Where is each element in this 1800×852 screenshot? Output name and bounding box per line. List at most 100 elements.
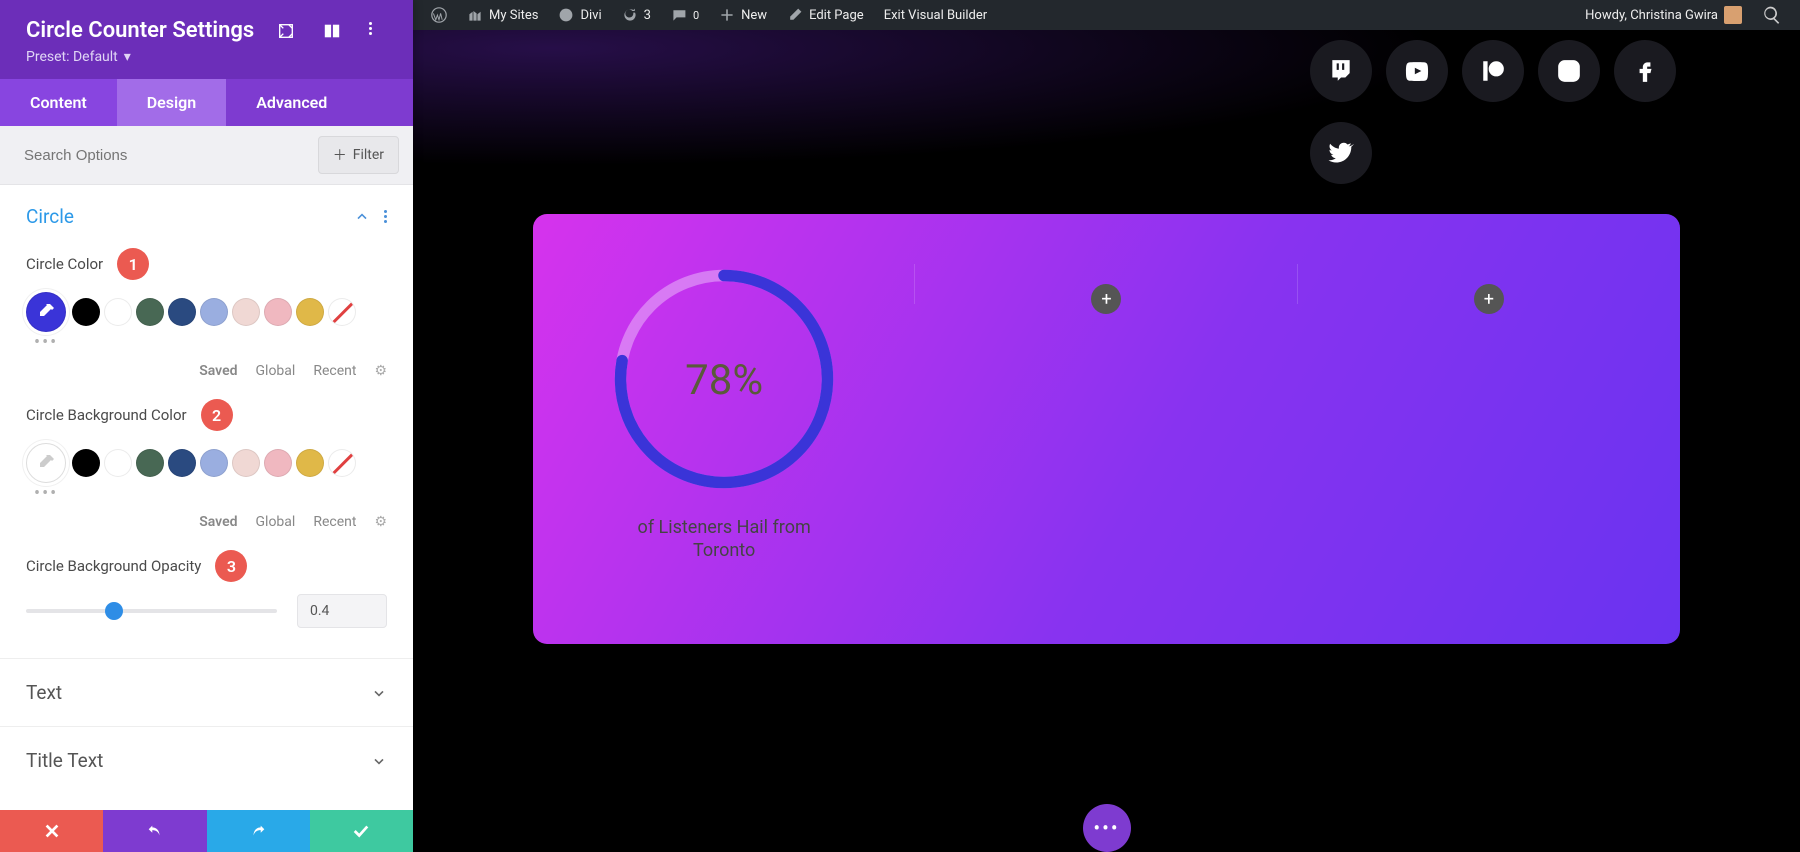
wp-logo[interactable] [421, 0, 457, 30]
swatch-saved[interactable]: Saved [199, 363, 237, 379]
bg-swatch-white[interactable] [104, 449, 132, 477]
tab-content[interactable]: Content [0, 79, 117, 126]
columns-icon[interactable] [323, 22, 341, 40]
swatch-recent[interactable]: Recent [313, 363, 356, 379]
badge-2: 2 [201, 399, 233, 431]
card-col-3: + [1298, 214, 1680, 644]
twitter-icon[interactable] [1310, 122, 1372, 184]
bg-swatch-global[interactable]: Global [256, 514, 296, 530]
section-menu-icon[interactable] [384, 210, 387, 223]
swatch-global[interactable]: Global [256, 363, 296, 379]
section-text-title: Text [26, 681, 62, 704]
wp-admin-bar: My Sites Divi 3 0 New Edit Page Exit Vis… [413, 0, 1800, 30]
color-picker-button[interactable] [26, 292, 66, 332]
card-col-2: + [915, 214, 1297, 644]
admin-updates[interactable]: 3 [612, 0, 661, 30]
tab-design[interactable]: Design [117, 79, 226, 126]
add-module-button[interactable]: + [1474, 284, 1504, 314]
swatch-gold[interactable] [296, 298, 324, 326]
admin-comments[interactable]: 0 [661, 0, 709, 30]
save-button[interactable] [310, 810, 413, 852]
admin-search[interactable] [1752, 0, 1792, 30]
tabs: Content Design Advanced [0, 79, 413, 126]
facebook-icon[interactable] [1614, 40, 1676, 102]
bg-swatch-navy[interactable] [168, 449, 196, 477]
admin-howdy[interactable]: Howdy, Christina Gwira [1575, 0, 1752, 30]
bg-picker-button[interactable] [26, 443, 66, 483]
cancel-button[interactable] [0, 810, 103, 852]
admin-divi[interactable]: Divi [548, 0, 611, 30]
swatch-white[interactable] [104, 298, 132, 326]
swatch-pink[interactable] [264, 298, 292, 326]
opacity-value[interactable]: 0.4 [297, 594, 387, 628]
add-module-button[interactable]: + [1091, 284, 1121, 314]
bg-swatch-green[interactable] [136, 449, 164, 477]
section-title-text-title: Title Text [26, 749, 103, 772]
section-title-text[interactable]: Title Text [0, 726, 413, 794]
admin-exit-vb[interactable]: Exit Visual Builder [874, 0, 997, 30]
bg-swatch-lightblue[interactable] [200, 449, 228, 477]
expand-icon[interactable] [277, 22, 295, 40]
bottom-actions [0, 810, 413, 852]
admin-comments-count: 0 [693, 9, 699, 22]
section-circle-title: Circle [26, 205, 74, 228]
more-bg-swatches-icon[interactable]: ••• [26, 483, 387, 504]
swatch-lightblue[interactable] [200, 298, 228, 326]
bg-swatch-transparent[interactable] [328, 449, 356, 477]
more-swatches-icon[interactable]: ••• [26, 332, 387, 353]
gear-icon[interactable]: ⚙ [374, 363, 387, 379]
admin-greeting: Howdy, Christina Gwira [1585, 8, 1718, 23]
bg-swatch-saved[interactable]: Saved [199, 514, 237, 530]
swatch-green[interactable] [136, 298, 164, 326]
instagram-icon[interactable] [1538, 40, 1600, 102]
search-input[interactable] [14, 141, 318, 170]
menu-icon[interactable] [369, 22, 387, 40]
bg-swatch-pink[interactable] [264, 449, 292, 477]
swatch-navy[interactable] [168, 298, 196, 326]
counter-percent: 78% [609, 356, 839, 405]
tab-advanced[interactable]: Advanced [226, 79, 357, 126]
bg-swatch-recent[interactable]: Recent [313, 514, 356, 530]
youtube-icon[interactable] [1386, 40, 1448, 102]
chevron-down-icon [371, 685, 387, 701]
bg-gear-icon[interactable]: ⚙ [374, 514, 387, 530]
caret-down-icon: ▾ [124, 49, 131, 65]
bg-swatch-gold[interactable] [296, 449, 324, 477]
panel-header: Circle Counter Settings Preset: Default … [0, 0, 413, 79]
chevron-up-icon[interactable] [354, 209, 370, 225]
gradient-card: 78% of Listeners Hail from Toronto + + [533, 214, 1680, 644]
field-circle-bg-color: Circle Background Color 2 ••• Saved [0, 389, 413, 540]
filter-label: Filter [353, 147, 384, 163]
admin-edit-page[interactable]: Edit Page [777, 0, 874, 30]
circle-counter[interactable]: 78% of Listeners Hail from Toronto [609, 264, 839, 563]
swatch-blush[interactable] [232, 298, 260, 326]
swatch-black[interactable] [72, 298, 100, 326]
badge-3: 3 [215, 550, 247, 582]
builder-fab[interactable]: ••• [1083, 804, 1131, 852]
panel-title: Circle Counter Settings [26, 18, 254, 43]
search-row: ＋ Filter [0, 126, 413, 185]
circle-color-label: Circle Color [26, 255, 103, 273]
swatch-transparent[interactable] [328, 298, 356, 326]
filter-button[interactable]: ＋ Filter [318, 136, 399, 174]
field-circle-color: Circle Color 1 ••• Saved Global [0, 238, 413, 389]
undo-button[interactable] [103, 810, 206, 852]
slider-thumb[interactable] [105, 602, 123, 620]
panel-scroll[interactable]: Circle Circle Color 1 [0, 185, 413, 810]
opacity-slider[interactable] [26, 609, 277, 613]
admin-divi-label: Divi [580, 8, 601, 23]
section-circle-head[interactable]: Circle [0, 185, 413, 238]
field-circle-opacity: Circle Background Opacity 3 0.4 [0, 540, 413, 638]
admin-my-sites[interactable]: My Sites [457, 0, 548, 30]
counter-label: of Listeners Hail from Toronto [609, 516, 839, 563]
admin-new[interactable]: New [709, 0, 777, 30]
preset-selector[interactable]: Preset: Default ▾ [26, 49, 387, 65]
settings-panel: Circle Counter Settings Preset: Default … [0, 0, 413, 852]
twitch-icon[interactable] [1310, 40, 1372, 102]
bg-swatch-black[interactable] [72, 449, 100, 477]
section-text[interactable]: Text [0, 658, 413, 726]
chevron-down-icon [371, 753, 387, 769]
bg-swatch-blush[interactable] [232, 449, 260, 477]
redo-button[interactable] [207, 810, 310, 852]
patreon-icon[interactable] [1462, 40, 1524, 102]
